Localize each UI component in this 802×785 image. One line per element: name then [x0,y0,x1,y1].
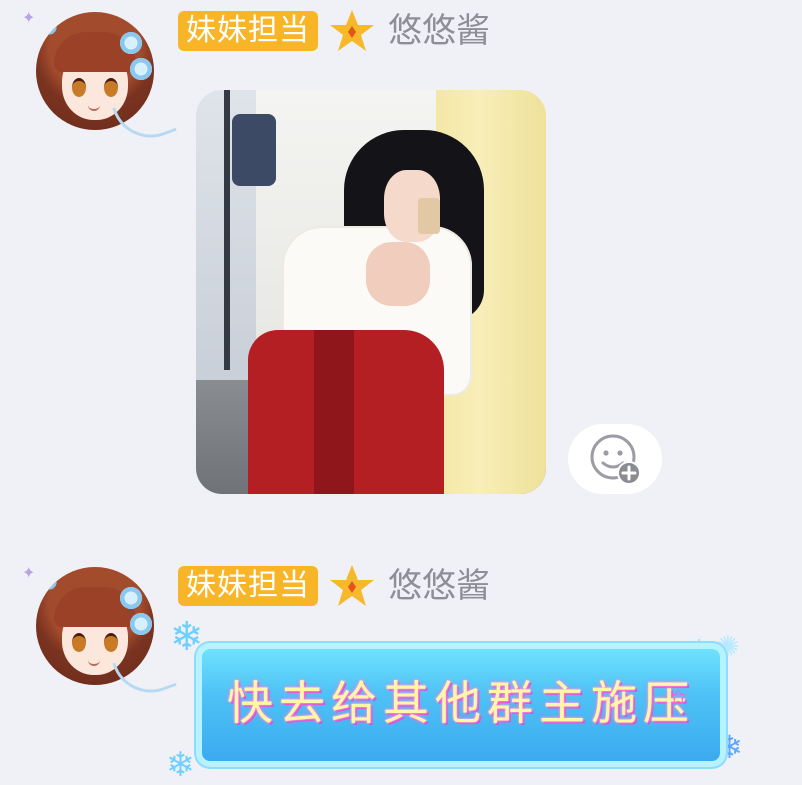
avatar[interactable]: ✦ [22,8,177,149]
sender-nickname[interactable]: 悠悠酱 [388,563,490,609]
sticker-text: 快去给其他群主施压 [227,676,695,730]
sticker-bubble[interactable]: 快去给其他群主施压 [196,643,726,767]
sender-nickname[interactable]: 悠悠酱 [388,8,490,54]
title-badge: 妹妹担当 [178,11,318,51]
sender-header: 妹妹担当 悠悠酱 [178,8,490,54]
message-image[interactable] [196,90,546,494]
add-emoji-icon [590,434,641,485]
message-item: ✦ 妹妹担当 悠悠酱 ❄ ❄ ❄ ✺ ❄ 快去给其他群主施压 ✩ [0,555,802,785]
snowflake-icon: ❄ [166,745,195,785]
star-icon [330,565,374,606]
message-item: ✦ 妹妹担当 悠悠酱 [0,0,802,510]
avatar[interactable]: ✦ [22,563,177,704]
star-icon [330,10,374,51]
small-star-icon: ✩ [670,685,687,709]
title-badge: 妹妹担当 [178,566,318,606]
sender-header: 妹妹担当 悠悠酱 [178,563,490,609]
add-emoji-reaction-button[interactable] [568,424,662,494]
